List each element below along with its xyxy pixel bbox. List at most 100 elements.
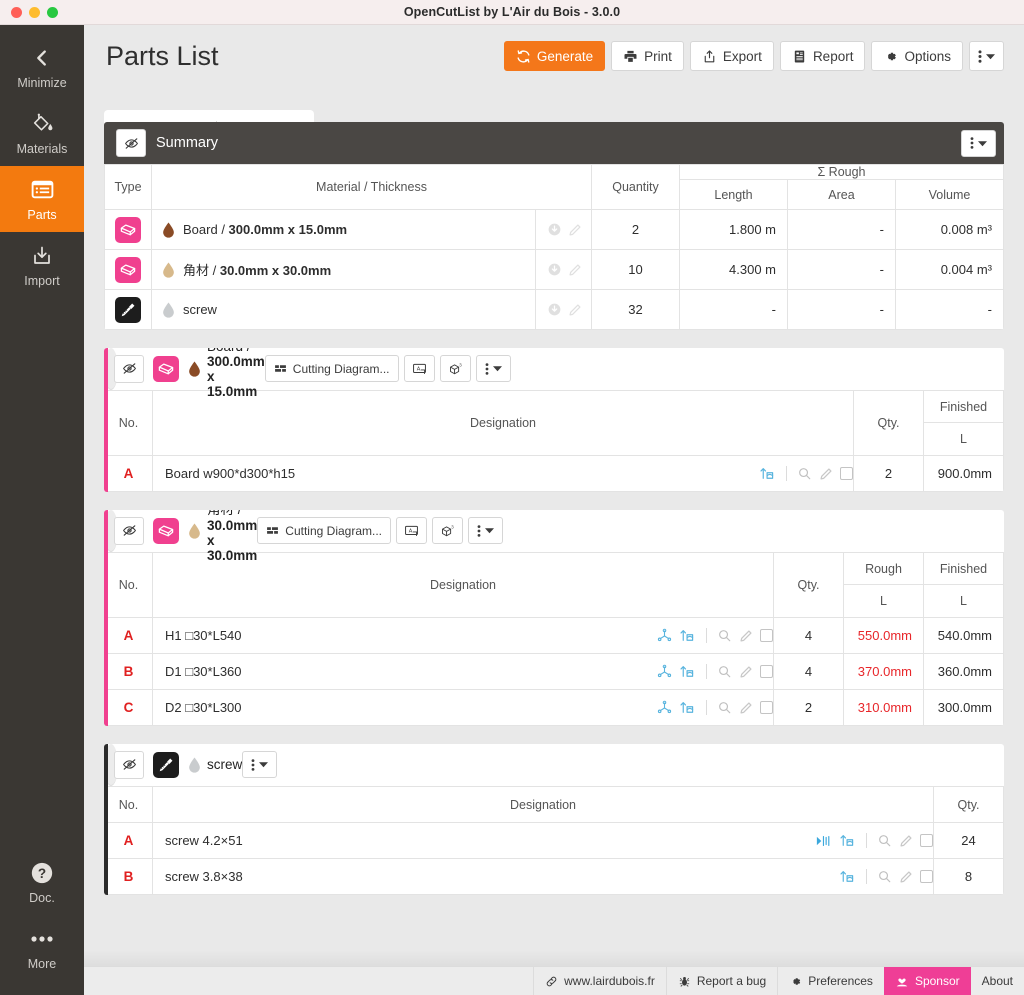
pencil-icon[interactable] bbox=[819, 467, 833, 481]
action-separator bbox=[866, 833, 867, 848]
labels-button[interactable]: A bbox=[403, 355, 435, 382]
table-row[interactable]: B D1 □30*L360 4 370.0mm 360.0mm bbox=[104, 653, 1004, 690]
svg-text:?: ? bbox=[38, 865, 46, 880]
table-row[interactable]: B screw 3.8×38 8 bbox=[104, 858, 1004, 895]
table-row[interactable]: A H1 □30*L540 4 550.0mm 540.0mm bbox=[104, 617, 1004, 654]
axes-icon[interactable] bbox=[657, 664, 672, 680]
row-no-cell: A bbox=[104, 617, 153, 654]
table-row[interactable]: C D2 □30*L300 2 310.0mm 300.0mm bbox=[104, 689, 1004, 726]
row-type-cell bbox=[104, 249, 152, 290]
row-no-cell: B bbox=[104, 653, 153, 690]
row-checkbox[interactable] bbox=[840, 467, 853, 480]
magnifier-icon[interactable] bbox=[877, 869, 892, 884]
length-icon[interactable] bbox=[816, 834, 832, 848]
labels-button[interactable]: A bbox=[396, 517, 427, 544]
pencil-icon[interactable] bbox=[899, 834, 913, 848]
row-checkbox[interactable] bbox=[760, 665, 773, 678]
table-row[interactable]: Board / 300.0mm x 15.0mm 2 1.800 m - 0.0… bbox=[104, 209, 1004, 250]
table-row[interactable]: 角材 / 30.0mm x 30.0mm 10 4.300 m - 0.004 … bbox=[104, 249, 1004, 290]
sidebar-item-more[interactable]: More bbox=[0, 915, 84, 981]
grain-up-icon[interactable] bbox=[679, 664, 696, 680]
pencil-icon[interactable] bbox=[739, 629, 753, 643]
pencil-icon[interactable] bbox=[739, 665, 753, 679]
axes-icon[interactable] bbox=[657, 628, 672, 644]
download-icon[interactable] bbox=[547, 262, 562, 277]
sidebar-item-materials[interactable]: Materials bbox=[0, 100, 84, 166]
magnifier-icon[interactable] bbox=[717, 628, 732, 643]
website-link[interactable]: www.lairdubois.fr bbox=[533, 967, 666, 995]
report-button[interactable]: Report bbox=[779, 41, 866, 71]
row-checkbox[interactable] bbox=[920, 870, 933, 883]
magnifier-icon[interactable] bbox=[717, 664, 732, 679]
toolbar-overflow-menu-button[interactable] bbox=[969, 41, 1004, 71]
preferences-button[interactable]: Preferences bbox=[777, 967, 884, 995]
pencil-icon[interactable] bbox=[568, 223, 582, 237]
row-type-cell bbox=[104, 209, 152, 250]
options-button[interactable]: Options bbox=[871, 41, 963, 71]
minimize-button[interactable] bbox=[29, 7, 40, 18]
group-menu-button[interactable] bbox=[468, 517, 503, 544]
magnifier-icon[interactable] bbox=[797, 466, 812, 481]
grain-up-icon[interactable] bbox=[759, 466, 776, 482]
row-checkbox[interactable] bbox=[760, 629, 773, 642]
table-row[interactable]: A screw 4.2×51 24 bbox=[104, 822, 1004, 859]
export-button[interactable]: Export bbox=[689, 41, 774, 71]
cutting-diagram-button[interactable]: Cutting Diagram... bbox=[264, 355, 399, 382]
row-rough-length-cell: 550.0mm bbox=[843, 617, 924, 654]
group-menu-button[interactable] bbox=[242, 751, 278, 778]
maximize-button[interactable] bbox=[47, 7, 58, 18]
sponsor-button[interactable]: Sponsor bbox=[883, 967, 971, 995]
download-icon[interactable] bbox=[547, 222, 562, 237]
pencil-icon[interactable] bbox=[899, 870, 913, 884]
pencil-icon[interactable] bbox=[739, 701, 753, 715]
sidebar-item-doc[interactable]: ? Doc. bbox=[0, 849, 84, 915]
group-title: 角材 / 30.0mm x 30.0mm bbox=[207, 510, 258, 563]
magnifier-icon[interactable] bbox=[877, 833, 892, 848]
row-material-cell: screw bbox=[151, 289, 536, 330]
row-length-cell: 1.800 m bbox=[679, 209, 788, 250]
row-checkbox[interactable] bbox=[920, 834, 933, 847]
sidebar-item-minimize[interactable]: Minimize bbox=[0, 34, 84, 100]
hide-toggle-button[interactable] bbox=[114, 516, 144, 545]
window-controls[interactable] bbox=[11, 0, 58, 25]
print-button[interactable]: Print bbox=[611, 41, 684, 71]
row-checkbox[interactable] bbox=[760, 701, 773, 714]
designation-label: Board w900*d300*h15 bbox=[165, 466, 296, 481]
heart-hand-icon bbox=[895, 975, 909, 988]
group-table-screw: No. Designation Qty. A screw 4.2×51 24 B… bbox=[104, 786, 1004, 895]
cutting-diagram-button[interactable]: Cutting Diagram... bbox=[257, 517, 391, 544]
group-menu-button[interactable] bbox=[475, 355, 511, 382]
hide-toggle-button[interactable] bbox=[114, 354, 144, 383]
board-icon bbox=[153, 517, 179, 544]
generate-button[interactable]: Generate bbox=[503, 41, 606, 71]
row-actions-cell bbox=[535, 209, 592, 250]
group-table-body: A Board w900*d300*h15 2 900.0mm bbox=[104, 455, 1004, 492]
pencil-icon[interactable] bbox=[568, 263, 582, 277]
summary-menu-button[interactable] bbox=[961, 129, 996, 157]
cuttingdiagram-3d-button[interactable]: 3 bbox=[432, 517, 463, 544]
board-icon bbox=[115, 256, 141, 283]
action-separator bbox=[786, 466, 787, 481]
sidebar-item-import[interactable]: Import bbox=[0, 232, 84, 298]
row-area-cell: - bbox=[787, 209, 896, 250]
export-icon bbox=[702, 49, 717, 64]
pencil-icon[interactable] bbox=[568, 303, 582, 317]
sidebar-item-parts[interactable]: Parts bbox=[0, 166, 84, 232]
hide-toggle-button[interactable] bbox=[116, 129, 146, 157]
row-quantity-cell: 2 bbox=[591, 209, 680, 250]
table-row[interactable]: screw 32 - - - bbox=[104, 289, 1004, 330]
grain-up-icon[interactable] bbox=[839, 869, 856, 885]
magnifier-icon[interactable] bbox=[717, 700, 732, 715]
grain-up-icon[interactable] bbox=[679, 700, 696, 716]
about-button[interactable]: About bbox=[971, 967, 1024, 995]
grain-up-icon[interactable] bbox=[839, 833, 856, 849]
grain-up-icon[interactable] bbox=[679, 628, 696, 644]
cuttingdiagram-3d-button[interactable]: 3 bbox=[439, 355, 471, 382]
download-icon[interactable] bbox=[547, 302, 562, 317]
table-row[interactable]: A Board w900*d300*h15 2 900.0mm bbox=[104, 455, 1004, 492]
col-rough-l: L bbox=[843, 584, 924, 618]
hide-toggle-button[interactable] bbox=[114, 750, 144, 779]
report-bug-button[interactable]: Report a bug bbox=[665, 967, 777, 995]
axes-icon[interactable] bbox=[657, 700, 672, 716]
close-button[interactable] bbox=[11, 7, 22, 18]
